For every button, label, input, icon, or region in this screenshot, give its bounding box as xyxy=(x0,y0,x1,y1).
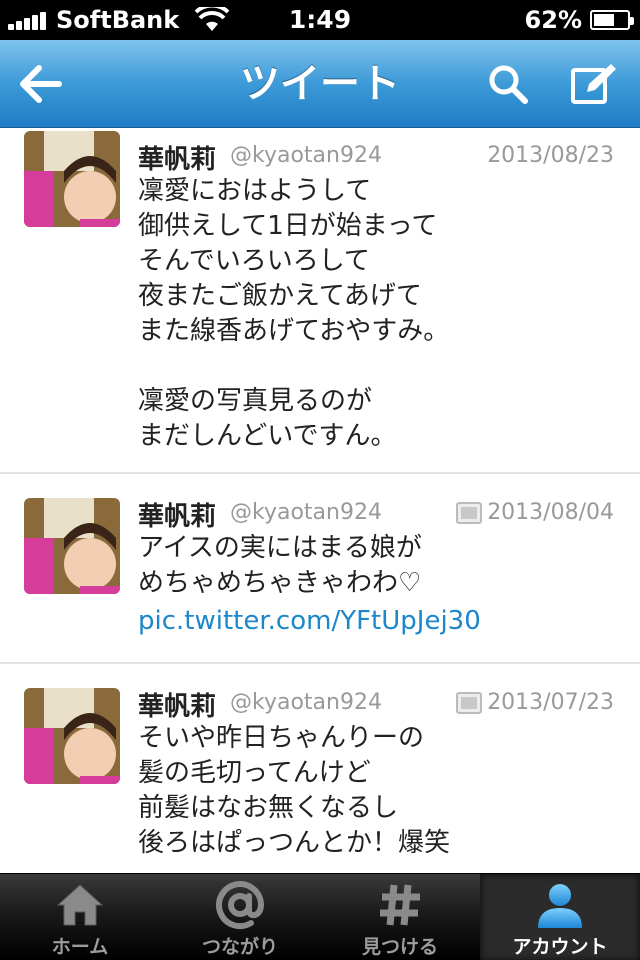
tab-label: 見つける xyxy=(361,936,438,958)
tab-label: ホーム xyxy=(51,936,109,958)
compose-button[interactable] xyxy=(564,54,624,114)
at-icon xyxy=(216,881,265,930)
tweet-author-handle[interactable]: @kyaotan924 xyxy=(230,143,382,168)
tweet-author-handle[interactable]: @kyaotan924 xyxy=(230,690,382,715)
tweet-list[interactable]: 華帆莉 @kyaotan924 2013/08/23 凜愛におはようして 御供え… xyxy=(0,129,640,873)
tweet-link[interactable]: pic.twitter.com/YFtUpJej30 xyxy=(138,606,481,636)
photo-attachment-icon xyxy=(456,692,482,714)
search-icon xyxy=(489,65,528,104)
tweet-item[interactable]: 華帆莉 @kyaotan924 2013/08/04 アイスの実にはまる娘が め… xyxy=(0,474,640,664)
tab-connect[interactable]: つながり xyxy=(160,874,320,960)
tweet-author-handle[interactable]: @kyaotan924 xyxy=(230,500,382,525)
tab-home[interactable]: ホーム xyxy=(0,874,160,960)
photo-attachment-icon xyxy=(456,502,482,524)
avatar[interactable] xyxy=(24,131,120,227)
tab-account[interactable]: アカウント xyxy=(480,874,640,960)
tweet-text: 凜愛におはようして 御供えして1日が始まって そんでいろいろして 夜またご飯かえ… xyxy=(138,176,450,451)
arrow-left-icon xyxy=(20,65,62,103)
battery-percent: 62% xyxy=(524,6,582,34)
navigation-bar: ツイート xyxy=(0,40,640,128)
back-button[interactable] xyxy=(10,54,70,114)
tab-discover[interactable]: 見つける xyxy=(320,874,480,960)
tweet-author-name[interactable]: 華帆莉 xyxy=(138,686,216,723)
search-button[interactable] xyxy=(478,54,538,114)
tweet-date: 2013/08/23 xyxy=(487,143,614,168)
tweet-author-name[interactable]: 華帆莉 xyxy=(138,139,216,176)
battery-fill xyxy=(594,14,614,26)
tweet-text: アイスの実にはまる娘が めちゃめちゃきゃわわ♡ xyxy=(138,533,422,598)
battery-icon xyxy=(590,10,634,30)
person-icon xyxy=(538,884,582,928)
tweet-author-name[interactable]: 華帆莉 xyxy=(138,496,216,533)
home-icon xyxy=(56,884,104,926)
tab-label: つながり xyxy=(201,936,278,958)
tab-label: アカウント xyxy=(512,936,608,958)
tab-bar: ホーム つながり 見つける アカウント xyxy=(0,873,640,960)
avatar[interactable] xyxy=(24,498,120,594)
tweet-text: そいや昨日ちゃんりーの 髪の毛切ってんけど 前髪はなお無くなるし 後ろはぱっつん… xyxy=(138,723,451,858)
hashtag-icon xyxy=(380,884,420,926)
status-bar: SoftBank 1:49 62% xyxy=(0,0,640,40)
tweet-item[interactable]: 華帆莉 @kyaotan924 2013/08/23 凜愛におはようして 御供え… xyxy=(0,129,640,474)
tweet-date: 2013/07/23 xyxy=(487,690,614,715)
tweet-item[interactable]: 華帆莉 @kyaotan924 2013/07/23 そいや昨日ちゃんりーの 髪… xyxy=(0,664,640,873)
page-title: ツイート xyxy=(240,61,400,107)
tweet-date: 2013/08/04 xyxy=(487,500,614,525)
compose-icon xyxy=(571,64,616,104)
status-right: 62% xyxy=(524,0,634,40)
avatar[interactable] xyxy=(24,688,120,784)
